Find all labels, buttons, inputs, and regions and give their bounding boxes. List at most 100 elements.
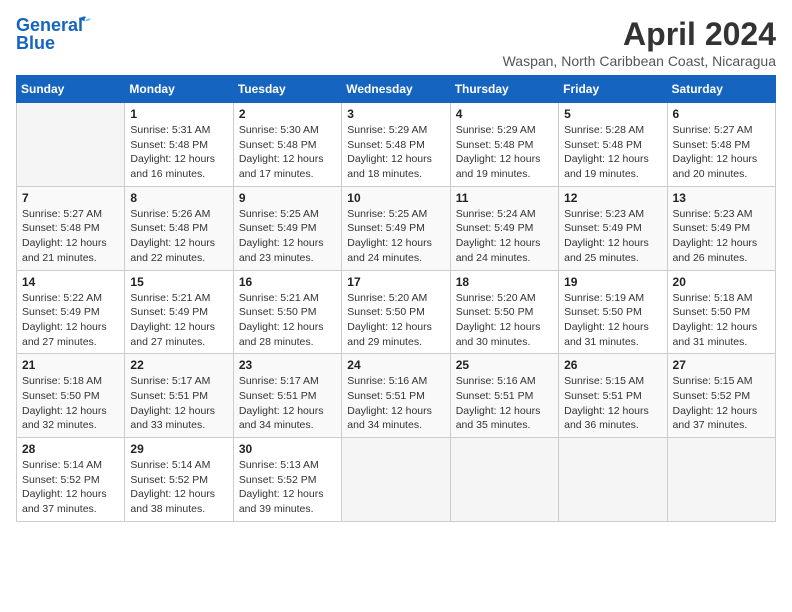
day-number: 17 [347, 275, 444, 289]
day-info: Sunrise: 5:26 AM Sunset: 5:48 PM Dayligh… [130, 207, 227, 266]
day-cell: 21 Sunrise: 5:18 AM Sunset: 5:50 PM Dayli… [17, 354, 125, 438]
day-number: 9 [239, 191, 336, 205]
calendar-table: SundayMondayTuesdayWednesdayThursdayFrid… [16, 75, 776, 522]
day-cell: 11Sunrise: 5:24 AM Sunset: 5:49 PM Dayli… [450, 186, 558, 270]
day-cell: 1 Sunrise: 5:31 AM Sunset: 5:48 PM Daylig… [125, 103, 233, 187]
page-header: General Blue April 2024 Waspan, North Ca… [16, 16, 776, 69]
day-info: Sunrise: 5:31 AM Sunset: 5:48 PM Dayligh… [130, 123, 227, 182]
day-number: 2 [239, 107, 336, 121]
calendar-body: 1 Sunrise: 5:31 AM Sunset: 5:48 PM Daylig… [17, 103, 776, 522]
day-info: Sunrise: 5:13 AM Sunset: 5:52 PM Dayligh… [239, 458, 336, 517]
day-number: 7 [22, 191, 119, 205]
location: Waspan, North Caribbean Coast, Nicaragua [503, 53, 776, 69]
column-header-thursday: Thursday [450, 76, 558, 103]
day-number: 13 [673, 191, 770, 205]
day-number: 12 [564, 191, 661, 205]
day-cell: 15 Sunrise: 5:21 AM Sunset: 5:49 PM Dayli… [125, 270, 233, 354]
day-cell: 26Sunrise: 5:15 AM Sunset: 5:51 PM Dayli… [559, 354, 667, 438]
day-info: Sunrise: 5:27 AM Sunset: 5:48 PM Dayligh… [673, 123, 770, 182]
day-cell: 12 Sunrise: 5:23 AM Sunset: 5:49 PM Dayli… [559, 186, 667, 270]
week-row-5: 28 Sunrise: 5:14 AM Sunset: 5:52 PM Dayli… [17, 438, 776, 522]
calendar-header: SundayMondayTuesdayWednesdayThursdayFrid… [17, 76, 776, 103]
day-info: Sunrise: 5:27 AM Sunset: 5:48 PM Dayligh… [22, 207, 119, 266]
day-cell [17, 103, 125, 187]
day-number: 27 [673, 358, 770, 372]
logo: General Blue [16, 16, 91, 52]
day-number: 29 [130, 442, 227, 456]
day-info: Sunrise: 5:30 AM Sunset: 5:48 PM Dayligh… [239, 123, 336, 182]
day-info: Sunrise: 5:16 AM Sunset: 5:51 PM Dayligh… [347, 374, 444, 433]
day-info: Sunrise: 5:18 AM Sunset: 5:50 PM Dayligh… [673, 291, 770, 350]
week-row-2: 7 Sunrise: 5:27 AM Sunset: 5:48 PM Daylig… [17, 186, 776, 270]
column-header-friday: Friday [559, 76, 667, 103]
day-info: Sunrise: 5:19 AM Sunset: 5:50 PM Dayligh… [564, 291, 661, 350]
day-info: Sunrise: 5:17 AM Sunset: 5:51 PM Dayligh… [130, 374, 227, 433]
day-number: 30 [239, 442, 336, 456]
day-info: Sunrise: 5:29 AM Sunset: 5:48 PM Dayligh… [456, 123, 553, 182]
day-info: Sunrise: 5:17 AM Sunset: 5:51 PM Dayligh… [239, 374, 336, 433]
logo-bird-icon [73, 13, 91, 27]
day-info: Sunrise: 5:23 AM Sunset: 5:49 PM Dayligh… [564, 207, 661, 266]
day-number: 4 [456, 107, 553, 121]
day-cell: 29 Sunrise: 5:14 AM Sunset: 5:52 PM Dayli… [125, 438, 233, 522]
column-header-wednesday: Wednesday [342, 76, 450, 103]
day-info: Sunrise: 5:22 AM Sunset: 5:49 PM Dayligh… [22, 291, 119, 350]
day-number: 11 [456, 191, 553, 205]
day-number: 16 [239, 275, 336, 289]
day-cell: 24 Sunrise: 5:16 AM Sunset: 5:51 PM Dayli… [342, 354, 450, 438]
day-number: 14 [22, 275, 119, 289]
day-cell [450, 438, 558, 522]
day-info: Sunrise: 5:29 AM Sunset: 5:48 PM Dayligh… [347, 123, 444, 182]
day-cell [342, 438, 450, 522]
day-cell: 14 Sunrise: 5:22 AM Sunset: 5:49 PM Dayli… [17, 270, 125, 354]
day-number: 20 [673, 275, 770, 289]
day-number: 23 [239, 358, 336, 372]
column-header-sunday: Sunday [17, 76, 125, 103]
day-cell: 17 Sunrise: 5:20 AM Sunset: 5:50 PM Dayli… [342, 270, 450, 354]
day-info: Sunrise: 5:14 AM Sunset: 5:52 PM Dayligh… [130, 458, 227, 517]
day-info: Sunrise: 5:21 AM Sunset: 5:50 PM Dayligh… [239, 291, 336, 350]
day-info: Sunrise: 5:14 AM Sunset: 5:52 PM Dayligh… [22, 458, 119, 517]
day-number: 15 [130, 275, 227, 289]
day-number: 1 [130, 107, 227, 121]
day-cell: 4 Sunrise: 5:29 AM Sunset: 5:48 PM Daylig… [450, 103, 558, 187]
week-row-1: 1 Sunrise: 5:31 AM Sunset: 5:48 PM Daylig… [17, 103, 776, 187]
day-cell: 23 Sunrise: 5:17 AM Sunset: 5:51 PM Dayli… [233, 354, 341, 438]
column-header-tuesday: Tuesday [233, 76, 341, 103]
month-title: April 2024 [503, 16, 776, 53]
day-info: Sunrise: 5:20 AM Sunset: 5:50 PM Dayligh… [347, 291, 444, 350]
day-cell: 5 Sunrise: 5:28 AM Sunset: 5:48 PM Daylig… [559, 103, 667, 187]
day-cell: 7 Sunrise: 5:27 AM Sunset: 5:48 PM Daylig… [17, 186, 125, 270]
day-number: 8 [130, 191, 227, 205]
day-number: 6 [673, 107, 770, 121]
day-number: 25 [456, 358, 553, 372]
day-cell: 13 Sunrise: 5:23 AM Sunset: 5:49 PM Dayli… [667, 186, 775, 270]
day-info: Sunrise: 5:15 AM Sunset: 5:52 PM Dayligh… [673, 374, 770, 433]
day-info: Sunrise: 5:15 AM Sunset: 5:51 PM Dayligh… [564, 374, 661, 433]
day-number: 10 [347, 191, 444, 205]
day-number: 5 [564, 107, 661, 121]
day-info: Sunrise: 5:23 AM Sunset: 5:49 PM Dayligh… [673, 207, 770, 266]
week-row-4: 21 Sunrise: 5:18 AM Sunset: 5:50 PM Dayli… [17, 354, 776, 438]
day-cell: 9Sunrise: 5:25 AM Sunset: 5:49 PM Daylig… [233, 186, 341, 270]
day-info: Sunrise: 5:21 AM Sunset: 5:49 PM Dayligh… [130, 291, 227, 350]
day-cell: 8 Sunrise: 5:26 AM Sunset: 5:48 PM Daylig… [125, 186, 233, 270]
day-cell: 6 Sunrise: 5:27 AM Sunset: 5:48 PM Daylig… [667, 103, 775, 187]
day-cell: 18Sunrise: 5:20 AM Sunset: 5:50 PM Dayli… [450, 270, 558, 354]
day-info: Sunrise: 5:20 AM Sunset: 5:50 PM Dayligh… [456, 291, 553, 350]
day-number: 24 [347, 358, 444, 372]
title-area: April 2024 Waspan, North Caribbean Coast… [503, 16, 776, 69]
day-cell: 27 Sunrise: 5:15 AM Sunset: 5:52 PM Dayli… [667, 354, 775, 438]
column-header-saturday: Saturday [667, 76, 775, 103]
day-info: Sunrise: 5:18 AM Sunset: 5:50 PM Dayligh… [22, 374, 119, 433]
day-info: Sunrise: 5:25 AM Sunset: 5:49 PM Dayligh… [347, 207, 444, 266]
day-number: 21 [22, 358, 119, 372]
day-cell: 10 Sunrise: 5:25 AM Sunset: 5:49 PM Dayli… [342, 186, 450, 270]
day-cell [667, 438, 775, 522]
day-cell: 3 Sunrise: 5:29 AM Sunset: 5:48 PM Daylig… [342, 103, 450, 187]
day-number: 28 [22, 442, 119, 456]
day-number: 3 [347, 107, 444, 121]
day-cell: 16 Sunrise: 5:21 AM Sunset: 5:50 PM Dayli… [233, 270, 341, 354]
day-cell: 20 Sunrise: 5:18 AM Sunset: 5:50 PM Dayli… [667, 270, 775, 354]
day-info: Sunrise: 5:28 AM Sunset: 5:48 PM Dayligh… [564, 123, 661, 182]
